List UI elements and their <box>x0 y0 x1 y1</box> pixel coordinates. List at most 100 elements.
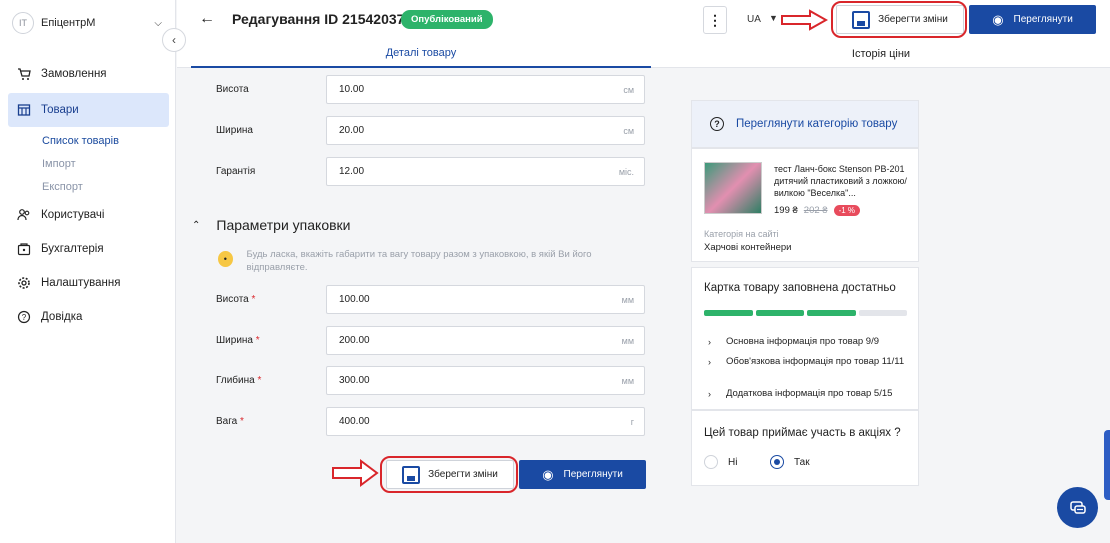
field-label: Ширина <box>216 125 253 136</box>
view-label: Переглянути <box>1013 14 1073 25</box>
progress-segment <box>858 310 907 316</box>
warranty-input[interactable]: 12.00 міс. <box>326 157 645 186</box>
price-row: 199 ₴ 202 ₴ -1 % <box>774 205 861 216</box>
label-text: Ширина <box>216 335 253 346</box>
eye-icon: ◉ <box>542 466 554 482</box>
label-text: Глибина <box>216 375 255 386</box>
users-icon <box>17 208 31 222</box>
eye-icon: ◉ <box>992 11 1004 27</box>
products-subnav: Список товарів Імпорт Експорт <box>8 129 169 198</box>
org-avatar: IT <box>12 12 34 34</box>
tab-details[interactable]: Деталі товару <box>191 40 651 68</box>
field-unit: см <box>623 84 634 95</box>
pack-depth-input[interactable]: 300.00 мм <box>326 366 645 395</box>
sidebar-item-accounting[interactable]: Бухгалтерія <box>8 232 169 266</box>
status-badge: Опублікований <box>401 10 493 29</box>
svg-text:?: ? <box>22 313 27 322</box>
sidebar-item-label: Товари <box>41 104 79 116</box>
radio-circle-selected <box>770 455 784 469</box>
tab-price-history[interactable]: Історія ціни <box>651 40 1110 68</box>
field-unit: мм <box>621 335 634 346</box>
completeness-item[interactable]: › Основна інформація про товар 9/9 <box>708 336 908 348</box>
field-label: Висота <box>216 84 249 95</box>
sidebar-item-settings[interactable]: Налаштування <box>8 266 169 300</box>
field-unit: мм <box>621 375 634 386</box>
box-icon <box>17 103 31 117</box>
highlight-outline <box>380 456 518 493</box>
chevron-down-icon: ⌵ <box>154 17 162 29</box>
promo-question: Цей товар приймає участь в акціях ? <box>704 427 901 439</box>
pack-width-input[interactable]: 200.00 мм <box>326 326 645 355</box>
label-text: Вага <box>216 416 238 427</box>
thinking-emoji-icon: • <box>218 251 233 267</box>
pack-weight-input[interactable]: 400.00 г <box>326 407 645 436</box>
field-row-warranty: Гарантія 12.00 міс. <box>216 157 645 186</box>
field-row-width: Ширина 20.00 см <box>216 116 645 145</box>
product-title[interactable]: тест Ланч-бокс Stenson PB-201 дитячий пл… <box>774 163 914 199</box>
radio-label: Так <box>794 456 810 468</box>
packaging-hint: • Будь ласка, вкажіть габарити та вагу т… <box>218 248 618 274</box>
view-button-bottom[interactable]: ◉ Переглянути <box>519 460 646 489</box>
help-icon: ? <box>17 310 31 324</box>
price: 199 ₴ <box>774 205 798 216</box>
field-value: 300.00 <box>339 375 370 386</box>
required-mark: * <box>240 416 244 427</box>
pack-height-input[interactable]: 100.00 мм <box>326 285 645 314</box>
sidebar-item-users[interactable]: Користувачі <box>8 198 169 232</box>
sidebar-item-label: Замовлення <box>41 68 107 80</box>
completeness-item-label: Обов'язкова інформація про товар 11/11 <box>726 356 905 367</box>
promo-radio-yes[interactable]: Так <box>770 455 810 469</box>
subnav-import[interactable]: Імпорт <box>42 152 169 175</box>
sidebar-item-label: Налаштування <box>41 277 121 289</box>
progress-segment <box>755 310 804 316</box>
language-select[interactable]: UA <box>747 14 761 25</box>
view-category-link[interactable]: ? Переглянути категорію товару <box>691 100 919 148</box>
field-label: Глибина * <box>216 375 326 386</box>
field-unit: см <box>623 125 634 136</box>
width-input[interactable]: 20.00 см <box>326 116 645 145</box>
org-switcher[interactable]: IT ЕпіцентрМ ⌵ <box>12 11 162 35</box>
label-text: Висота <box>216 294 249 305</box>
product-preview-card: тест Ланч-бокс Stenson PB-201 дитячий пл… <box>691 148 919 262</box>
sidebar-nav: Замовлення Товари Список товарів Імпорт … <box>8 57 169 334</box>
page-title: Редагування ID 21542037 <box>232 11 405 27</box>
packaging-section-header[interactable]: ⌃ Параметри упаковки <box>192 217 350 233</box>
radio-circle <box>704 455 718 469</box>
completeness-item-label: Додаткова інформація про товар 5/15 <box>726 388 893 399</box>
more-menu-button[interactable]: ⋮ <box>703 6 727 34</box>
sidebar-item-orders[interactable]: Замовлення <box>8 57 169 91</box>
hint-text: Будь ласка, вкажіть габарити та вагу тов… <box>246 249 592 273</box>
completeness-item-label: Основна інформація про товар 9/9 <box>726 336 880 347</box>
collapse-sidebar-button[interactable]: ‹ <box>162 28 186 52</box>
back-arrow-icon[interactable]: ← <box>199 10 215 28</box>
subnav-product-list[interactable]: Список товарів <box>42 129 169 152</box>
sidebar-item-help[interactable]: ? Довідка <box>8 300 169 334</box>
completeness-title: Картка товару заповнена достатньо <box>704 282 896 294</box>
field-row-pack-weight: Вага * 400.00 г <box>216 407 645 436</box>
caret-down-icon: ▼ <box>769 13 778 23</box>
completeness-item[interactable]: › Додаткова інформація про товар 5/15 <box>708 388 908 400</box>
side-widget-tab[interactable] <box>1104 430 1110 500</box>
field-label: Вага * <box>216 416 326 427</box>
cart-icon <box>17 67 31 81</box>
height-input[interactable]: 10.00 см <box>326 75 645 104</box>
promo-radio-no[interactable]: Ні <box>704 455 737 469</box>
chevron-up-icon: ⌃ <box>192 219 201 231</box>
completeness-item[interactable]: › Обов'язкова інформація про товар 11/11 <box>708 356 908 368</box>
view-label: Переглянути <box>563 469 623 480</box>
field-unit: г <box>630 416 634 427</box>
field-value: 400.00 <box>339 416 370 427</box>
field-value: 100.00 <box>339 294 370 305</box>
view-button-top[interactable]: ◉ Переглянути <box>969 5 1096 34</box>
completeness-card: Картка товару заповнена достатньо › Осно… <box>691 267 919 410</box>
gear-icon <box>17 276 31 290</box>
subnav-export[interactable]: Експорт <box>42 175 169 198</box>
chat-support-button[interactable] <box>1057 487 1098 528</box>
field-value: 10.00 <box>339 84 365 95</box>
sidebar-item-products[interactable]: Товари <box>8 93 169 127</box>
field-row-pack-depth: Глибина * 300.00 мм <box>216 366 645 395</box>
sidebar-item-label: Довідка <box>41 311 83 323</box>
highlight-arrow <box>781 9 828 31</box>
chat-icon <box>1069 500 1086 514</box>
product-thumbnail[interactable] <box>704 162 762 214</box>
